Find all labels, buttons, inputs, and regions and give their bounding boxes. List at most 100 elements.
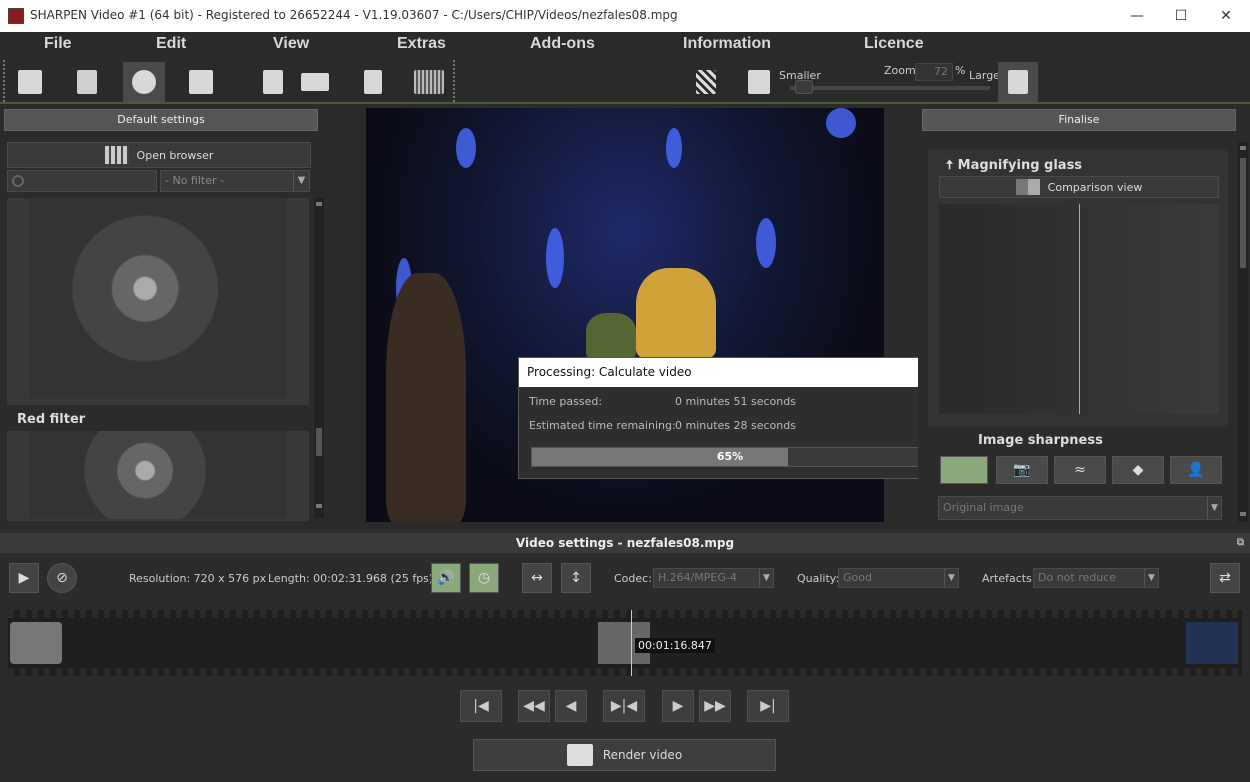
wave-icon[interactable]: ≈ <box>1054 456 1106 484</box>
sharpness-mode-active[interactable] <box>940 456 988 484</box>
finalise-header[interactable]: Finalise <box>922 109 1236 131</box>
scroll-down-icon[interactable] <box>1240 512 1246 516</box>
menu-edit[interactable]: Edit <box>156 35 186 53</box>
film-sprocket-top <box>8 610 1242 618</box>
quality-label: Quality: <box>797 572 840 585</box>
scrollbar-thumb[interactable] <box>316 428 322 456</box>
fast-forward-button[interactable]: ▶▶ <box>699 690 731 722</box>
grid-button[interactable] <box>408 62 450 102</box>
playhead[interactable] <box>631 610 632 676</box>
menu-view[interactable]: View <box>273 35 309 53</box>
render-video-button[interactable]: Render video <box>473 739 776 771</box>
resolution-info: Resolution: 720 x 576 px <box>129 572 267 585</box>
start-frame-thumbnail[interactable] <box>10 622 62 664</box>
preview-play-button[interactable]: ⊘ <box>47 563 77 593</box>
restore-icon[interactable]: ⧉ <box>1237 533 1244 553</box>
diamond-icon[interactable]: ◆ <box>1112 456 1164 484</box>
pattern-button[interactable] <box>685 62 727 102</box>
zoom-input[interactable]: 72 <box>915 63 953 81</box>
quality-value: Good <box>843 571 872 584</box>
artefacts-label: Artefacts: <box>982 572 1036 585</box>
sharpness-preset-select[interactable]: Original image ▼ <box>938 496 1222 520</box>
chevron-down-icon: ▼ <box>1207 497 1221 519</box>
scroll-down-icon[interactable] <box>316 504 322 508</box>
artefacts-select[interactable]: Do not reduce ▼ <box>1033 568 1159 588</box>
swap-icon[interactable]: ⇄ <box>1210 563 1240 593</box>
device-button[interactable] <box>352 62 394 102</box>
app-icon <box>8 8 24 24</box>
clock-icon[interactable]: ◷ <box>469 563 499 593</box>
portrait-icon[interactable]: 👤 <box>1170 456 1222 484</box>
maximize-icon[interactable]: ☐ <box>1171 6 1191 26</box>
singer-figure <box>636 268 716 358</box>
gears-icon <box>132 70 156 94</box>
video-settings-title: Video settings - nezfales08.mpg <box>515 536 735 550</box>
comparison-divider[interactable] <box>1079 204 1080 414</box>
compare-button[interactable] <box>738 62 780 102</box>
zoom-slider-track[interactable] <box>790 86 990 90</box>
rewind-button[interactable]: ◀◀ <box>518 690 550 722</box>
go-to-end-button[interactable]: ▶| <box>747 690 789 722</box>
film-button[interactable] <box>294 62 336 102</box>
minimize-icon[interactable]: — <box>1127 6 1147 26</box>
open-browser-label: Open browser <box>136 148 214 162</box>
search-icon <box>12 175 24 187</box>
documents-icon <box>77 70 97 94</box>
zoom-slider-handle[interactable] <box>795 80 813 94</box>
preset-thumbnail[interactable] <box>7 198 309 405</box>
camera-icon[interactable]: 📷 <box>996 456 1048 484</box>
expand-icon <box>1008 70 1028 94</box>
scroll-up-icon[interactable] <box>316 202 322 206</box>
go-to-middle-button[interactable]: ▶|◀ <box>603 690 645 722</box>
left-scrollbar[interactable] <box>314 198 324 518</box>
batch-button[interactable] <box>66 62 108 102</box>
menu-file[interactable]: File <box>44 35 72 53</box>
right-scrollbar[interactable] <box>1238 142 1248 522</box>
fit-width-icon[interactable]: ↔ <box>522 563 552 593</box>
scrollbar-thumb[interactable] <box>1240 158 1246 268</box>
search-input[interactable] <box>7 170 157 192</box>
timeline[interactable]: 00:01:16.847 <box>8 610 1242 676</box>
go-to-start-button[interactable]: |◀ <box>460 690 502 722</box>
zoom-unit: % <box>955 64 966 77</box>
quality-select[interactable]: Good ▼ <box>838 568 959 588</box>
compare-icon <box>748 70 770 94</box>
default-settings-header[interactable]: Default settings <box>4 109 318 131</box>
fit-height-icon[interactable]: ↕ <box>561 563 591 593</box>
chevron-down-icon: ▼ <box>944 569 958 587</box>
export-button[interactable] <box>252 62 294 102</box>
play-button[interactable]: ▶ <box>9 563 39 593</box>
left-panel: Default settings Open browser - No filte… <box>0 106 336 526</box>
comparison-view-button[interactable]: Comparison view <box>939 176 1219 198</box>
video-button[interactable] <box>180 62 222 102</box>
red-filter-thumbnail[interactable] <box>7 431 309 521</box>
clapperboard-icon <box>566 744 593 766</box>
title-bar: SHARPEN Video #1 (64 bit) - Registered t… <box>0 0 1250 32</box>
menu-information[interactable]: Information <box>683 35 771 53</box>
document-icon <box>18 70 42 94</box>
filter-select[interactable]: - No filter - ▼ <box>160 170 310 192</box>
speaker-icon[interactable]: 🔊 <box>431 563 461 593</box>
end-frame-thumbnail[interactable] <box>1186 622 1238 664</box>
new-document-button[interactable] <box>9 62 51 102</box>
settings-button[interactable] <box>123 62 165 102</box>
menu-licence[interactable]: Licence <box>864 35 924 53</box>
step-back-button[interactable]: ◀ <box>555 690 587 722</box>
magnifying-glass-title[interactable]: 🠅 Magnifying glass <box>946 156 1082 178</box>
drummer-figure <box>586 313 636 358</box>
stage-light <box>666 128 682 168</box>
magnifier-preview[interactable] <box>939 204 1219 414</box>
toolbar: Smaller Zoom 72 % Larger <box>0 58 1250 104</box>
larger-button[interactable] <box>998 62 1038 102</box>
step-forward-button[interactable]: ▶ <box>662 690 694 722</box>
close-icon[interactable]: ✕ <box>1216 6 1236 26</box>
open-browser-button[interactable]: Open browser <box>7 142 311 168</box>
stage-light <box>546 228 564 288</box>
menu-bar: File Edit View Extras Add-ons Informatio… <box>0 32 1250 58</box>
chevron-down-icon: ▼ <box>759 569 773 587</box>
menu-add-ons[interactable]: Add-ons <box>530 35 595 53</box>
stage-light <box>456 128 476 168</box>
scroll-up-icon[interactable] <box>1240 146 1246 150</box>
menu-extras[interactable]: Extras <box>397 35 446 53</box>
codec-select[interactable]: H.264/MPEG-4 ▼ <box>653 568 774 588</box>
